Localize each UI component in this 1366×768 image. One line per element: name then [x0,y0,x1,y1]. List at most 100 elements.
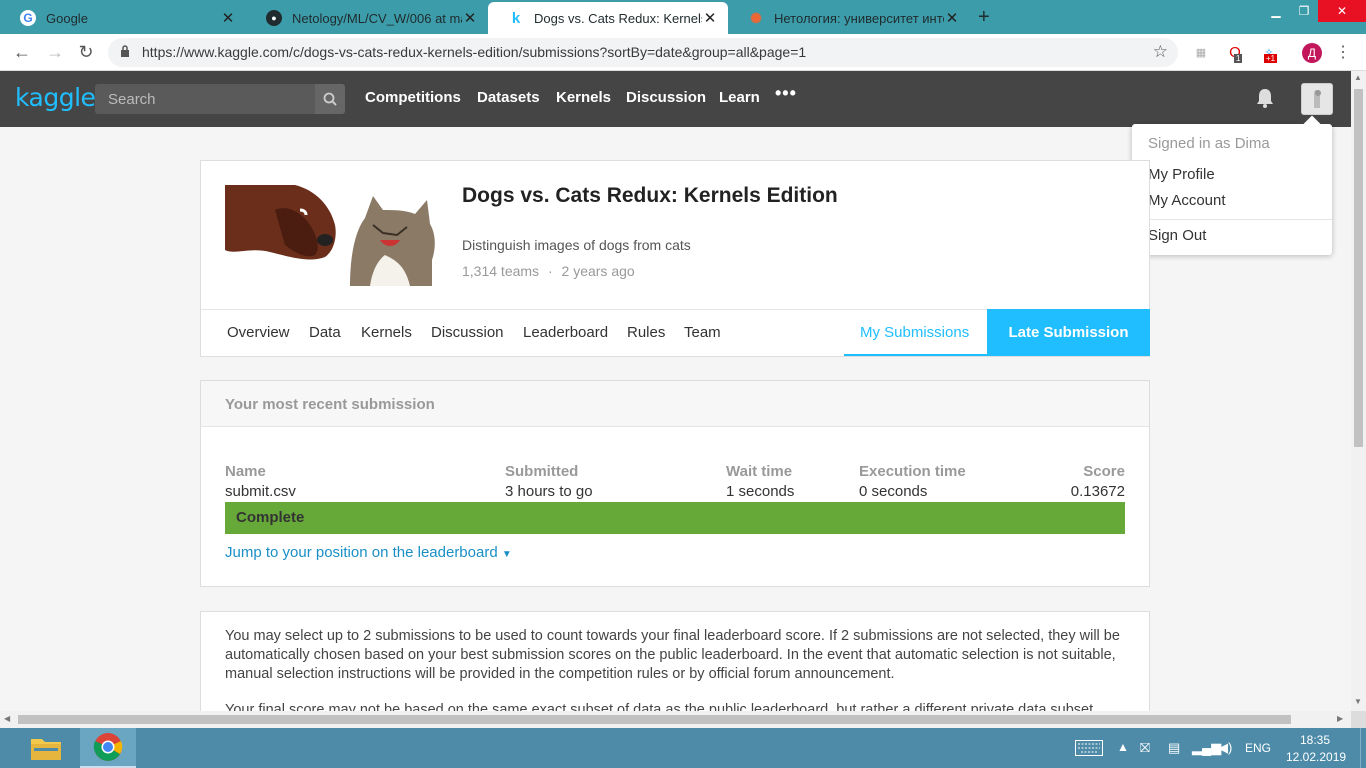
late-submission-button[interactable]: Late Submission [987,309,1150,356]
show-desktop-button[interactable] [1360,728,1366,768]
tab-overview[interactable]: Overview [227,324,290,341]
file-explorer-icon[interactable] [24,728,68,768]
submission-score: 0.13672 [1070,483,1125,500]
more-menu-icon[interactable]: ••• [775,83,797,104]
competition-title: Dogs vs. Cats Redux: Kernels Edition [462,184,838,207]
profile-avatar[interactable]: Д [1302,43,1322,63]
menu-divider [1132,219,1332,220]
col-exec-header: Execution time [859,463,966,480]
scroll-right-icon[interactable]: ▶ [1337,714,1343,723]
tray-app-icon[interactable]: ⛝ [1140,740,1150,756]
network-icon[interactable]: ▂▄▆ [1192,740,1221,756]
kaggle-icon: k [511,9,521,27]
search-input[interactable] [95,84,315,114]
extension-icon[interactable]: ▦ [1192,43,1210,61]
vertical-scroll-thumb[interactable] [1354,89,1363,447]
meta-separator: · [547,263,553,279]
search-box [95,84,345,114]
nav-kernels[interactable]: Kernels [556,89,611,106]
new-tab-button[interactable]: + [978,6,990,29]
scroll-down-icon[interactable]: ▼ [1354,697,1362,706]
avatar-image [1302,84,1332,114]
scrollbar-corner [1351,711,1366,728]
close-tab-icon[interactable]: ✕ [944,9,960,27]
google-icon: G [20,10,36,26]
lock-icon [121,45,129,57]
search-icon[interactable] [315,84,345,114]
vertical-scrollbar[interactable]: ▲ ▼ [1351,71,1366,711]
netology-icon: ✺ [750,9,762,26]
volume-icon[interactable]: ◀) [1218,740,1232,756]
recent-submission-card: Your most recent submission Name Submitt… [200,380,1150,587]
tab-kaggle[interactable]: k Dogs vs. Cats Redux: Kernels Edit ✕ [488,2,728,34]
clock-time[interactable]: 18:35 [1300,733,1330,747]
submission-wait: 1 seconds [726,483,795,500]
nav-discussion[interactable]: Discussion [626,89,706,106]
clock-date[interactable]: 12.02.2019 [1286,750,1346,764]
submission-name: submit.csv [225,483,296,500]
col-name-header: Name [225,463,266,480]
menu-my-profile[interactable]: My Profile [1148,166,1215,183]
tab-google[interactable]: G Google ✕ [0,2,246,34]
competition-header-card: Dogs vs. Cats Redux: Kernels Edition Dis… [200,160,1150,357]
tab-my-submissions[interactable]: My Submissions [860,324,969,341]
user-avatar[interactable] [1301,83,1333,115]
tray-device-icon[interactable]: ▤ [1168,740,1180,756]
url-text: https://www.kaggle.com/c/dogs-vs-cats-re… [142,44,807,60]
signed-in-label: Signed in as Dima [1148,135,1270,152]
tab-leaderboard[interactable]: Leaderboard [523,324,608,341]
tab-netology[interactable]: ✺ Нетология: университет интерн ✕ [728,2,970,34]
tray-expand-icon[interactable]: ▲ [1117,740,1129,754]
status-complete-bar: Complete [225,502,1125,534]
nav-competitions[interactable]: Competitions [365,89,461,106]
horizontal-scroll-thumb[interactable] [18,715,1291,724]
active-tab-underline [844,354,987,356]
tab-github[interactable]: ● Netology/ML/CV_W/006 at mast ✕ [246,2,488,34]
caret-down-icon: ▼ [501,549,512,560]
tab-kernels[interactable]: Kernels [361,324,412,341]
close-tab-icon[interactable]: ✕ [462,9,478,27]
tab-discussion[interactable]: Discussion [431,324,504,341]
bell-icon[interactable] [1255,87,1275,109]
tab-team[interactable]: Team [684,324,721,341]
scroll-left-icon[interactable]: ◀ [4,714,10,723]
restore-icon[interactable]: ❐ [1294,0,1314,22]
bookmark-star-icon[interactable]: ☆ [1153,42,1168,62]
jump-link-label: Jump to your position on the leaderboard [225,544,498,561]
competition-age: 2 years ago [561,263,635,279]
close-tab-icon[interactable]: ✕ [220,9,236,27]
kaggle-logo[interactable]: kaggle [15,83,96,112]
minimize-icon[interactable]: ▁ [1266,0,1286,22]
team-count: 1,314 teams [462,263,540,279]
nav-datasets[interactable]: Datasets [477,89,540,106]
close-window-icon[interactable]: ✕ [1318,0,1366,22]
browser-tab-strip: G Google ✕ ● Netology/ML/CV_W/006 at mas… [0,0,1366,34]
recent-submission-title: Your most recent submission [225,396,435,413]
address-bar[interactable]: https://www.kaggle.com/c/dogs-vs-cats-re… [108,38,1178,67]
nav-learn[interactable]: Learn [719,89,760,106]
language-indicator[interactable]: ENG [1245,741,1271,755]
tab-data[interactable]: Data [309,324,341,341]
submission-time: 3 hours to go [505,483,593,500]
keyboard-icon[interactable] [1073,728,1105,768]
col-submitted-header: Submitted [505,463,579,480]
opera-extension-icon[interactable]: O1 [1226,43,1244,63]
scroll-up-icon[interactable]: ▲ [1354,73,1362,82]
close-tab-icon[interactable]: ✕ [702,9,718,27]
menu-sign-out[interactable]: Sign Out [1148,227,1206,244]
col-wait-header: Wait time [726,463,793,480]
user-dropdown-menu: Signed in as Dima My Profile My Account … [1132,115,1332,255]
windows-taskbar: ▲ ⛝ ▤ ▂▄▆ ◀) ENG 18:35 12.02.2019 [0,728,1366,768]
reload-icon[interactable]: ↻ [75,42,97,63]
horizontal-scrollbar[interactable]: ◀ ▶ [0,711,1351,728]
forward-icon[interactable]: → [44,42,66,63]
chrome-taskbar-icon[interactable] [80,728,136,768]
competition-thumbnail [225,185,436,286]
recent-submission-header: Your most recent submission [201,381,1149,427]
back-icon[interactable]: ← [11,42,33,63]
tab-rules[interactable]: Rules [627,324,665,341]
jump-to-leaderboard-link[interactable]: Jump to your position on the leaderboard… [225,544,512,561]
extension-icon-2[interactable]: ✧ +1 [1260,43,1278,63]
menu-my-account[interactable]: My Account [1148,192,1226,209]
browser-menu-icon[interactable]: ⋮ [1334,43,1352,61]
